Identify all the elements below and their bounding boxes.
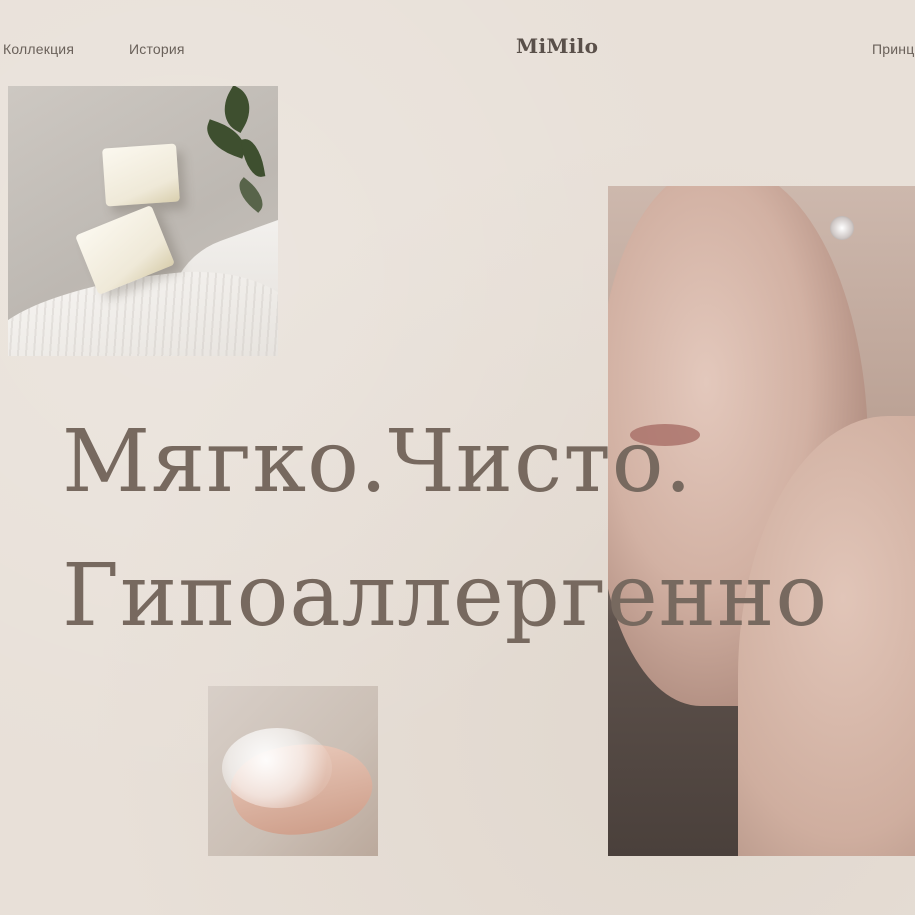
foam-shape xyxy=(222,728,332,808)
earring-icon xyxy=(830,216,854,240)
hero-headline-line2: Гипоаллергенно xyxy=(62,546,829,646)
soap-bars-photo xyxy=(8,86,278,356)
nav-link-history[interactable]: История xyxy=(129,41,185,57)
portrait-photo xyxy=(608,186,915,856)
leaf-icon xyxy=(240,136,266,180)
nav-link-collection[interactable]: Коллекция xyxy=(3,41,74,57)
hero-headline-line1: Мягко.Чисто. xyxy=(62,412,693,512)
site-logo[interactable]: MiMilo xyxy=(516,34,598,58)
hand-foam-photo xyxy=(208,686,378,856)
leaf-icon xyxy=(232,177,270,213)
soap-bar xyxy=(102,143,180,207)
nav-link-principles[interactable]: Принц xyxy=(872,41,914,57)
